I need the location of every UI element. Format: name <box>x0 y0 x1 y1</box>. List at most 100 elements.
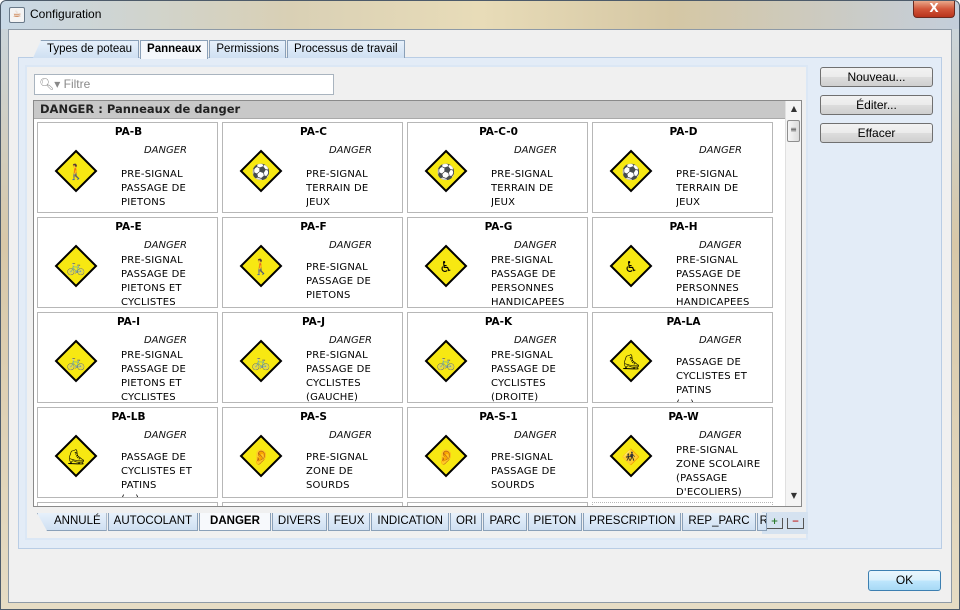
sign-card[interactable]: PA-LA ⛸ DANGER PASSAGE DE CYCLISTES ET PATI… <box>592 312 773 403</box>
sign-category: DANGER <box>698 335 742 346</box>
scroll-down-arrow-icon[interactable]: ▼ <box>789 491 799 501</box>
title-bar[interactable]: ☕ Configuration X <box>1 1 959 29</box>
close-button[interactable]: X <box>913 1 955 18</box>
tab-danger[interactable]: DANGER <box>199 513 271 531</box>
sign-category: DANGER <box>698 240 742 251</box>
scroll-thumb[interactable]: ≡ <box>787 120 800 142</box>
sign-code: PA-G <box>484 221 513 233</box>
sign-card[interactable]: PA-S-1 👂 DANGER PRE-SIGNAL PASSAGE DE SOURD… <box>407 407 588 498</box>
sign-code: PA-C <box>300 126 327 138</box>
sign-pictogram: ⚽ <box>251 163 271 181</box>
rollerblade-cyclist-sign-icon: ⛸ <box>609 339 653 383</box>
sign-card[interactable]: PA-D ⚽ DANGER PRE-SIGNAL TERRAIN DE JEUX <box>592 122 773 213</box>
sign-description: PASSAGE DE CYCLISTES ET PATINS (...) <box>121 452 192 497</box>
sign-category: DANGER <box>513 335 557 346</box>
sign-card[interactable]: PA-W 🚸 DANGER PRE-SIGNAL ZONE SCOLAIRE (PAS… <box>592 407 773 498</box>
tab-ori[interactable]: ORI <box>449 513 483 531</box>
sign-code: PA-H <box>669 221 698 233</box>
sign-card[interactable]: PA-G ♿ DANGER PRE-SIGNAL PASSAGE DE PERSONN… <box>407 217 588 308</box>
sign-description: PRE-SIGNAL PASSAGE DE SOURDS <box>491 452 557 491</box>
sign-card-partial[interactable] <box>407 502 588 506</box>
sign-category: DANGER <box>143 335 187 346</box>
tab-indication[interactable]: INDICATION <box>371 513 449 531</box>
sign-category: DANGER <box>143 240 187 251</box>
tab-parc[interactable]: PARC <box>483 513 527 531</box>
sign-card[interactable]: PA-LB ⛸ DANGER PASSAGE DE CYCLISTES ET PATI… <box>37 407 218 498</box>
new-button[interactable]: Nouveau... <box>820 67 933 87</box>
tab-processus-de-travail[interactable]: Processus de travail <box>287 40 405 58</box>
sign-description: PRE-SIGNAL ZONE DE SOURDS <box>306 452 368 491</box>
deaf-sign-icon: 👂 <box>424 434 468 478</box>
sign-card[interactable]: PA-J 🚲 DANGER PRE-SIGNAL PASSAGE DE CYCLIST… <box>222 312 403 403</box>
sign-code: PA-E <box>115 221 142 233</box>
sign-card-partial[interactable] <box>37 502 218 506</box>
scroll-up-arrow-icon[interactable]: ▲ <box>789 104 799 114</box>
tab-autocolant[interactable]: AUTOCOLANT <box>107 513 199 531</box>
sign-pictogram: ⚽ <box>436 163 456 181</box>
tab-permissions[interactable]: Permissions <box>209 40 287 58</box>
sign-pictogram: ♿ <box>439 258 452 276</box>
sign-pictogram: 🚲 <box>67 258 86 276</box>
sign-card[interactable]: PA-C-0 ⚽ DANGER PRE-SIGNAL TERRAIN DE JEUX <box>407 122 588 213</box>
filter-placeholder: Filtre <box>63 77 91 91</box>
group-header: DANGER : Panneaux de danger <box>34 101 785 119</box>
sign-card[interactable]: PA-F 🚶 DANGER PRE-SIGNAL PASSAGE DE PIETONS <box>222 217 403 308</box>
tab-r-truncated[interactable]: R <box>756 513 767 531</box>
tab-actions: + − <box>762 512 808 534</box>
bicycle-sign-icon: 🚲 <box>424 339 468 383</box>
sign-category: DANGER <box>513 430 557 441</box>
sign-card[interactable]: PA-C ⚽ DANGER PRE-SIGNAL TERRAIN DE JEUX <box>222 122 403 213</box>
tab-divers[interactable]: DIVERS <box>271 513 327 531</box>
edit-button[interactable]: Éditer... <box>820 95 933 115</box>
sign-description: PRE-SIGNAL PASSAGE DE PIETONS ET CYCLIST… <box>121 350 187 402</box>
sign-card[interactable]: PA-S 👂 DANGER PRE-SIGNAL ZONE DE SOURDS <box>222 407 403 498</box>
sign-card[interactable]: PA-I 🚲 DANGER PRE-SIGNAL PASSAGE DE PIETONS… <box>37 312 218 403</box>
sign-pictogram: 🚲 <box>67 353 86 371</box>
filter-input[interactable]: 🔍︎▾ Filtre <box>34 74 334 95</box>
tab-rep-parc[interactable]: REP_PARC <box>682 513 756 531</box>
sign-card-partial[interactable] <box>592 502 773 506</box>
sign-card[interactable]: PA-B 🚶 DANGER PRE-SIGNAL PASSAGE DE PIETONS <box>37 122 218 213</box>
sign-pictogram: 👂 <box>252 448 271 466</box>
sign-description: PRE-SIGNAL PASSAGE DE CYCLISTES (DROITE) <box>491 350 557 402</box>
sign-card-partial[interactable] <box>222 502 403 506</box>
delete-button[interactable]: Effacer <box>820 123 933 143</box>
sign-description: PRE-SIGNAL PASSAGE DE PERSONNES HANDICAP… <box>676 255 750 307</box>
sign-code: PA-D <box>669 126 698 138</box>
playground-sign-icon: ⚽ <box>424 149 468 193</box>
tab-panneaux[interactable]: Panneaux <box>140 40 209 59</box>
sign-card[interactable]: PA-K 🚲 DANGER PRE-SIGNAL PASSAGE DE CYCLIST… <box>407 312 588 403</box>
pedestrian-sign-icon: 🚶 <box>239 244 283 288</box>
tab-pieton[interactable]: PIETON <box>527 513 583 531</box>
sign-category: DANGER <box>328 240 372 251</box>
sign-pictogram: 🚲 <box>252 353 271 371</box>
add-tab-icon[interactable]: + <box>766 517 783 529</box>
sign-card[interactable]: PA-E 🚲 DANGER PRE-SIGNAL PASSAGE DE PIETONS… <box>37 217 218 308</box>
sign-description: PRE-SIGNAL PASSAGE DE CYCLISTES (GAUCHE) <box>306 350 372 402</box>
sign-pictogram: ⚽ <box>621 163 641 181</box>
pedestrian-cyclist-sign-icon: 🚲 <box>54 339 98 383</box>
ok-button[interactable]: OK <box>868 570 941 591</box>
tab-annule[interactable]: ANNULÉ <box>37 513 107 531</box>
vertical-scrollbar[interactable]: ▲ ≡ ▼ <box>785 101 801 506</box>
category-tab-bar: ANNULÉ AUTOCOLANT DANGER DIVERS FEUX IND… <box>37 513 768 532</box>
sign-code: PA-I <box>116 316 141 328</box>
bicycle-sign-icon: 🚲 <box>239 339 283 383</box>
sign-description: PRE-SIGNAL TERRAIN DE JEUX <box>676 169 739 208</box>
rollerblade-cyclist-sign-icon: ⛸ <box>54 434 98 478</box>
sign-category: DANGER <box>698 145 742 156</box>
pedestrian-cyclist-sign-icon: 🚲 <box>54 244 98 288</box>
sign-code: PA-J <box>301 316 326 328</box>
sign-list: DANGER : Panneaux de danger PA-B 🚶 DANGER P… <box>33 100 802 507</box>
tab-prescription[interactable]: PRESCRIPTION <box>583 513 682 531</box>
playground-sign-icon: ⚽ <box>609 149 653 193</box>
sign-description: PRE-SIGNAL PASSAGE DE PIETONS <box>306 262 372 301</box>
top-tab-bar: Types de poteau Panneaux Permissions Pro… <box>33 40 406 59</box>
tab-types-de-poteau[interactable]: Types de poteau <box>33 40 140 58</box>
sign-description: PRE-SIGNAL PASSAGE DE PERSONNES HANDICAP… <box>491 255 565 307</box>
remove-tab-icon[interactable]: − <box>787 517 804 529</box>
java-icon: ☕ <box>9 7 25 23</box>
sign-card[interactable]: PA-H ♿ DANGER PRE-SIGNAL PASSAGE DE PERSONN… <box>592 217 773 308</box>
tab-feux[interactable]: FEUX <box>327 513 371 531</box>
search-icon[interactable]: 🔍︎▾ <box>39 77 60 91</box>
